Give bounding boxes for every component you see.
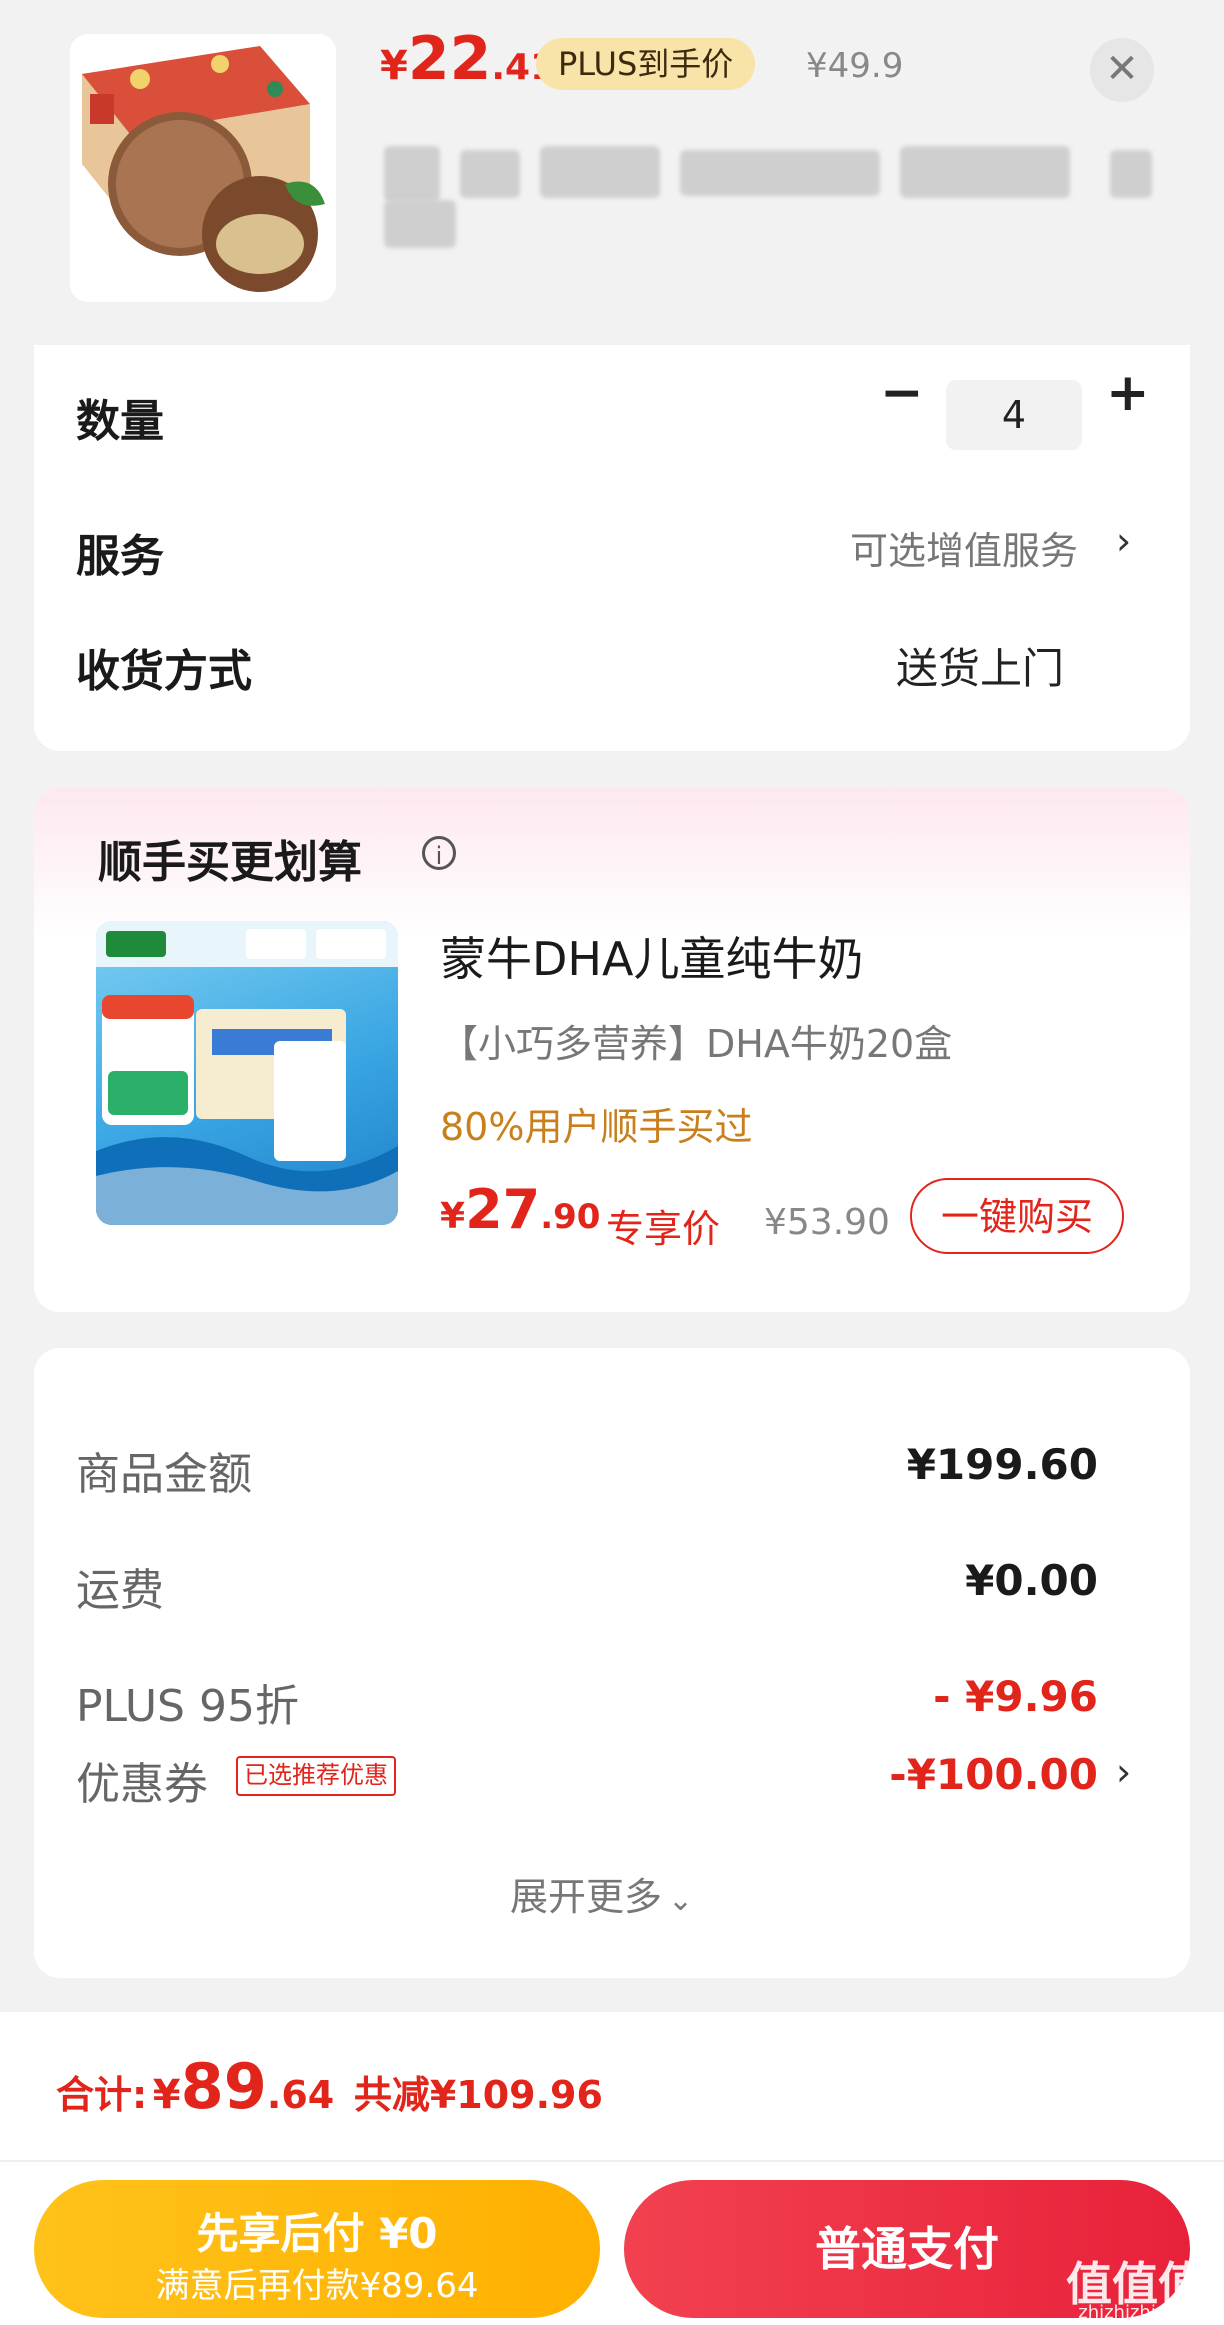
summary-value-shipping: ¥0.00 <box>965 1556 1098 1605</box>
recommend-card: 顺手买更划算 i 蒙牛DHA儿童纯牛奶 【小巧多营养】DHA牛奶20盒 80%用… <box>34 788 1190 1312</box>
chevron-right-icon: › <box>1116 1750 1132 1794</box>
summary-label-shipping: 运费 <box>76 1565 164 1616</box>
pay-later-subtitle: 满意后再付款¥89.64 <box>155 2266 479 2306</box>
quantity-decrease-button[interactable]: − <box>880 363 924 423</box>
expand-more-button[interactable]: 展开更多 ⌄ <box>510 1866 693 1921</box>
original-price: ¥49.9 <box>806 46 904 86</box>
divider <box>0 2160 1224 2162</box>
watermark-site: zhizhizhi.com <box>1078 2302 1200 2323</box>
product-price: ¥22.41 <box>380 24 555 94</box>
pay-later-button[interactable]: 先享后付 ¥0 满意后再付款¥89.64 <box>34 2180 600 2318</box>
recommend-price: ¥27.90 <box>440 1178 600 1241</box>
pay-later-title: 先享后付 ¥0 <box>196 2209 438 2258</box>
order-options-card: 数量 − 4 + 服务 可选增值服务 › 收货方式 送货上门 <box>34 345 1190 751</box>
summary-value-goods: ¥199.60 <box>906 1440 1098 1489</box>
recommend-product-image[interactable] <box>96 921 398 1225</box>
exclusive-price-label: 专享价 <box>606 1207 721 1251</box>
price-decimal: .90 <box>540 1197 601 1237</box>
price-currency: ¥ <box>380 43 408 89</box>
order-total: 合计: ¥89.64 共减¥109.96 <box>56 2050 603 2123</box>
quantity-increase-button[interactable]: + <box>1106 363 1150 423</box>
total-saved: 共减¥109.96 <box>353 2073 603 2117</box>
price-summary-card: 商品金额 ¥199.60 运费 ¥0.00 PLUS 95折 - ¥9.96 优… <box>34 1348 1190 1978</box>
total-decimal: .64 <box>266 2073 335 2117</box>
total-currency: ¥ <box>152 2072 181 2118</box>
coupon-selected-tag: 已选推荐优惠 <box>236 1756 396 1796</box>
delivery-label: 收货方式 <box>76 646 252 697</box>
service-label: 服务 <box>76 531 164 582</box>
chevron-right-icon: › <box>1116 519 1132 563</box>
checkout-bar: 合计: ¥89.64 共减¥109.96 先享后付 ¥0 满意后再付款¥89.6… <box>0 2012 1224 2325</box>
recommend-hint: 80%用户顺手买过 <box>440 1105 753 1149</box>
product-thumbnail <box>70 34 336 302</box>
quantity-label: 数量 <box>76 396 164 447</box>
product-header: ¥22.41 PLUS到手价 ¥49.9 ✕ <box>0 0 1224 345</box>
total-integer: 89 <box>180 2050 267 2123</box>
delivery-value[interactable]: 送货上门 <box>896 635 1064 696</box>
chevron-down-icon: ⌄ <box>668 1883 694 1918</box>
price-integer: 27 <box>465 1178 541 1241</box>
summary-label-goods: 商品金额 <box>76 1449 252 1500</box>
summary-value-coupon: -¥100.00 <box>889 1750 1098 1799</box>
summary-label-coupon: 优惠券 <box>76 1759 208 1810</box>
recommend-product-subtitle: 【小巧多营养】DHA牛奶20盒 <box>440 1022 953 1066</box>
expand-more-label: 展开更多 <box>510 1875 663 1919</box>
plus-price-badge: PLUS到手价 <box>536 38 756 90</box>
price-currency: ¥ <box>440 1196 466 1237</box>
recommend-original-price: ¥53.90 <box>764 1202 890 1243</box>
recommend-product-name[interactable]: 蒙牛DHA儿童纯牛奶 <box>440 923 863 989</box>
recommend-title: 顺手买更划算 <box>98 837 362 888</box>
total-label: 合计: <box>56 2073 148 2117</box>
summary-label-plus-discount: PLUS 95折 <box>76 1681 299 1732</box>
close-button[interactable]: ✕ <box>1090 38 1154 102</box>
summary-value-plus-discount: - ¥9.96 <box>933 1672 1098 1721</box>
info-icon[interactable]: i <box>422 836 456 870</box>
price-integer: 22 <box>407 24 492 94</box>
close-icon: ✕ <box>1105 46 1139 92</box>
quantity-input[interactable]: 4 <box>946 380 1082 450</box>
service-value: 可选增值服务 <box>850 529 1079 573</box>
one-click-buy-button[interactable]: 一键购买 <box>910 1178 1124 1254</box>
